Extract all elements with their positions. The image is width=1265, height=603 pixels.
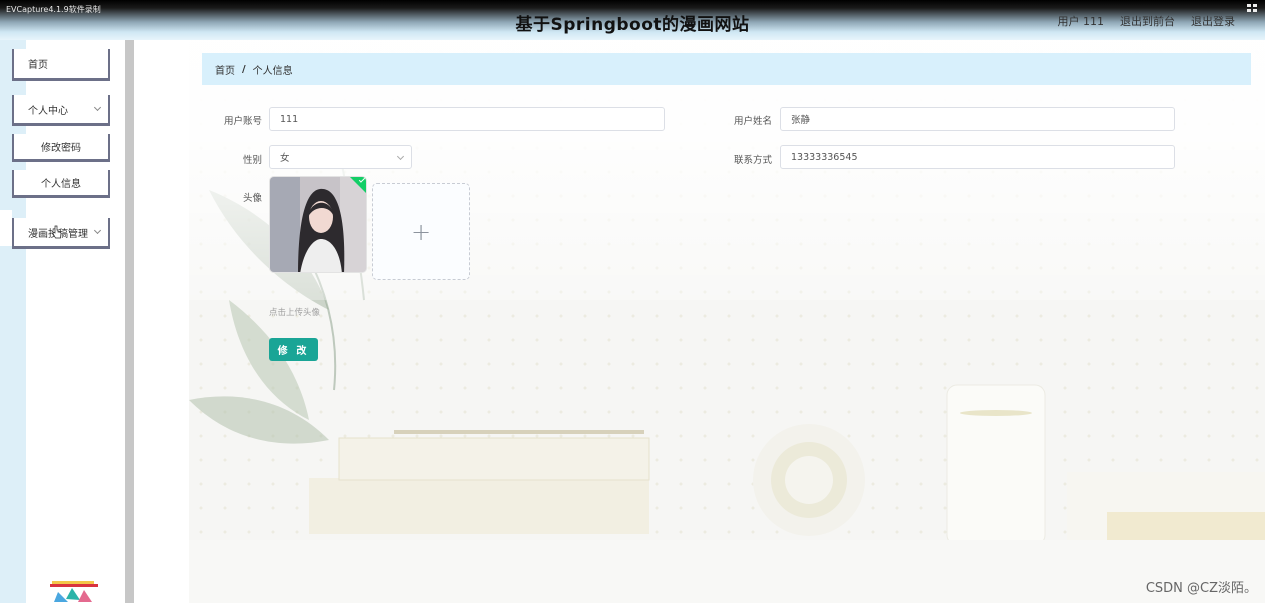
account-label: 用户账号: [223, 116, 262, 127]
gender-value: 女: [280, 153, 290, 164]
grid-icon[interactable]: [1247, 4, 1259, 14]
name-value: 张静: [791, 115, 811, 126]
hand-cursor-icon: [52, 225, 62, 239]
avatar-label: 头像: [242, 193, 262, 204]
gender-select[interactable]: 女: [269, 145, 412, 169]
gender-label: 性别: [242, 155, 262, 166]
sidebar-logo: [50, 581, 98, 602]
breadcrumb-home[interactable]: 首页: [215, 62, 235, 77]
name-field[interactable]: 张静: [780, 107, 1175, 131]
sidebar-item-label: 修改密码: [41, 143, 81, 154]
sidebar-item-personal-info[interactable]: 个人信息: [12, 170, 110, 198]
phone-label: 联系方式: [733, 155, 772, 166]
phone-field[interactable]: 13333336545: [780, 145, 1175, 169]
current-user-link[interactable]: 用户 111: [1058, 13, 1105, 29]
sidebar-item-home[interactable]: 首页: [12, 49, 110, 81]
breadcrumb-separator: /: [242, 63, 246, 75]
name-label: 用户姓名: [733, 116, 772, 127]
sidebar-scrollbar[interactable]: [125, 40, 134, 603]
chevron-down-icon: [396, 152, 405, 161]
sidebar-item-label: 个人信息: [41, 179, 81, 190]
breadcrumb-current: 个人信息: [252, 65, 293, 77]
back-to-frontend-link[interactable]: 退出到前台: [1120, 13, 1175, 29]
chevron-down-icon: [93, 103, 102, 112]
phone-value: 13333336545: [791, 151, 858, 163]
sidebar-item-personal-center[interactable]: 个人中心: [12, 95, 110, 126]
top-header: EVCapture4.1.9软件录制 基于Springboot的漫画网站 用户 …: [0, 0, 1265, 40]
plus-icon: +: [410, 217, 432, 246]
sidebar-item-label: 个人中心: [28, 105, 68, 117]
chevron-down-icon: [93, 226, 102, 235]
avatar-upload-button[interactable]: +: [372, 183, 470, 280]
upload-hint: 点击上传头像: [269, 308, 321, 318]
submit-button[interactable]: 修 改: [269, 338, 318, 361]
sidebar-item-change-password[interactable]: 修改密码: [12, 134, 110, 162]
watermark: CSDN @CZ淡陌。: [1145, 581, 1257, 596]
sidebar-item-label: 首页: [28, 60, 48, 71]
logout-link[interactable]: 退出登录: [1191, 13, 1235, 29]
account-field[interactable]: 111: [269, 107, 665, 131]
header-links: 用户 111 退出到前台 退出登录: [1058, 13, 1236, 29]
avatar[interactable]: [269, 176, 367, 273]
breadcrumb: 首页 / 个人信息: [202, 53, 1251, 85]
account-value: 111: [280, 113, 299, 125]
